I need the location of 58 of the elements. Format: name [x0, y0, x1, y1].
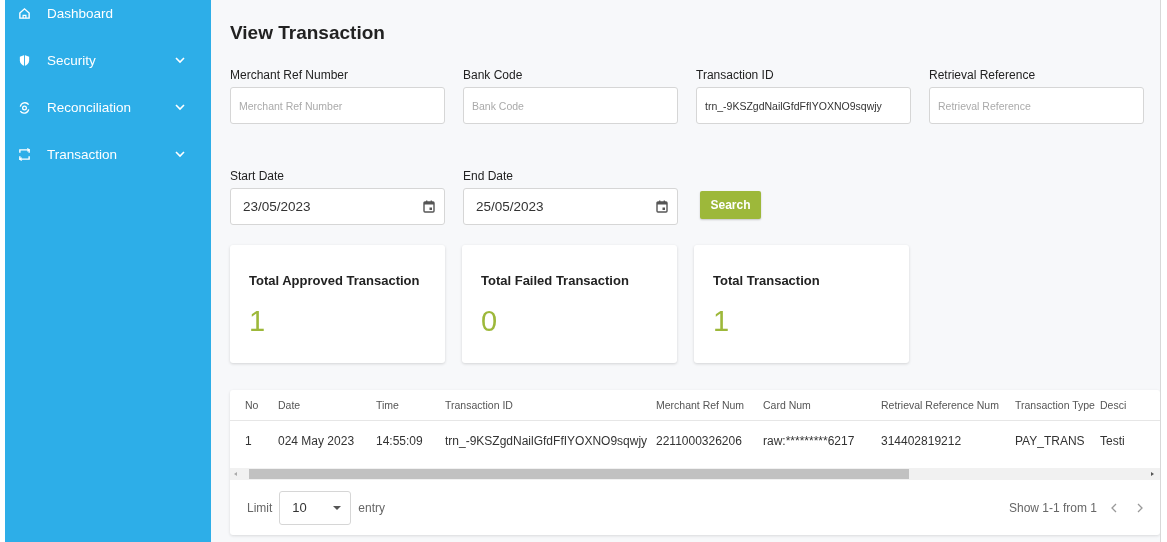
column-header: Date — [278, 399, 301, 411]
field-label: Transaction ID — [696, 68, 774, 82]
swap-icon — [18, 148, 31, 161]
page-title: View Transaction — [230, 21, 386, 45]
limit-select[interactable]: 10 — [279, 490, 352, 525]
column-header: Time — [376, 399, 399, 411]
sidebar-item[interactable]: Security — [5, 49, 211, 72]
field-label: Bank Code — [463, 68, 523, 82]
column-header: No — [245, 399, 259, 411]
stat-title: Total Transaction — [713, 273, 820, 288]
column-header: Card Num — [763, 399, 811, 411]
table-cell: 024 May 2023 — [278, 433, 355, 448]
input-field[interactable]: Merchant Ref Number — [230, 87, 445, 124]
table-cell: PAY_TRANS — [1015, 433, 1085, 448]
limit-label: Limit — [247, 500, 273, 515]
shield-icon — [18, 54, 31, 67]
field-label: Merchant Ref Number — [230, 68, 349, 82]
stat-value: 1 — [713, 305, 730, 338]
stat-value: 0 — [481, 305, 498, 338]
date-field[interactable]: 23/05/2023 — [230, 188, 445, 225]
stat-title: Total Failed Transaction — [481, 273, 629, 288]
home-icon — [18, 7, 31, 20]
column-header: Desci — [1100, 399, 1127, 411]
scroll-left-icon[interactable] — [233, 471, 239, 477]
pagination-range: Show 1-1 from 1 — [1008, 500, 1097, 515]
field-label: Retrieval Reference — [929, 68, 1036, 82]
input-field[interactable]: trn_-9KSZgdNailGfdFfIYOXNO9sqwjy — [696, 87, 911, 124]
field-label: End Date — [463, 169, 514, 183]
field-label: Start Date — [230, 169, 285, 183]
entry-label: entry — [358, 500, 386, 515]
table-cell: 1 — [245, 433, 252, 448]
table-cell: 314402819212 — [881, 433, 962, 448]
chevron-left-icon[interactable] — [1111, 502, 1117, 513]
table-cell: 14:55:09 — [376, 433, 423, 448]
date-field[interactable]: 25/05/2023 — [463, 188, 678, 225]
input-field[interactable]: Retrieval Reference — [929, 87, 1144, 124]
sync-icon — [18, 101, 31, 114]
input-field[interactable]: Bank Code — [463, 87, 678, 124]
sidebar-item[interactable]: Reconciliation — [5, 96, 211, 119]
horizontal-scrollbar[interactable] — [230, 468, 1160, 480]
caret-icon — [333, 505, 342, 510]
column-header: Transaction ID — [445, 399, 513, 411]
column-header: Merchant Ref Num — [656, 399, 745, 411]
stat-value: 1 — [249, 305, 266, 338]
column-header: Retrieval Reference Num — [881, 399, 999, 411]
calendar-icon[interactable] — [423, 200, 435, 213]
calendar-icon[interactable] — [656, 200, 668, 213]
scroll-right-icon[interactable] — [1149, 471, 1155, 477]
table-cell: Testi — [1100, 433, 1125, 448]
table-cell: trn_-9KSZgdNailGfdFfIYOXNO9sqwjy — [445, 433, 648, 448]
table-cell: 2211000326206 — [656, 433, 742, 448]
table-cell: raw:*********6217 — [763, 433, 855, 448]
sidebar-item[interactable]: Dashboard — [5, 2, 211, 25]
sidebar-item[interactable]: Transaction — [5, 143, 211, 166]
stat-title: Total Approved Transaction — [249, 273, 420, 288]
chevron-right-icon[interactable] — [1137, 502, 1143, 513]
search-button[interactable]: Search — [700, 191, 761, 219]
column-header: Transaction Type — [1015, 399, 1095, 411]
